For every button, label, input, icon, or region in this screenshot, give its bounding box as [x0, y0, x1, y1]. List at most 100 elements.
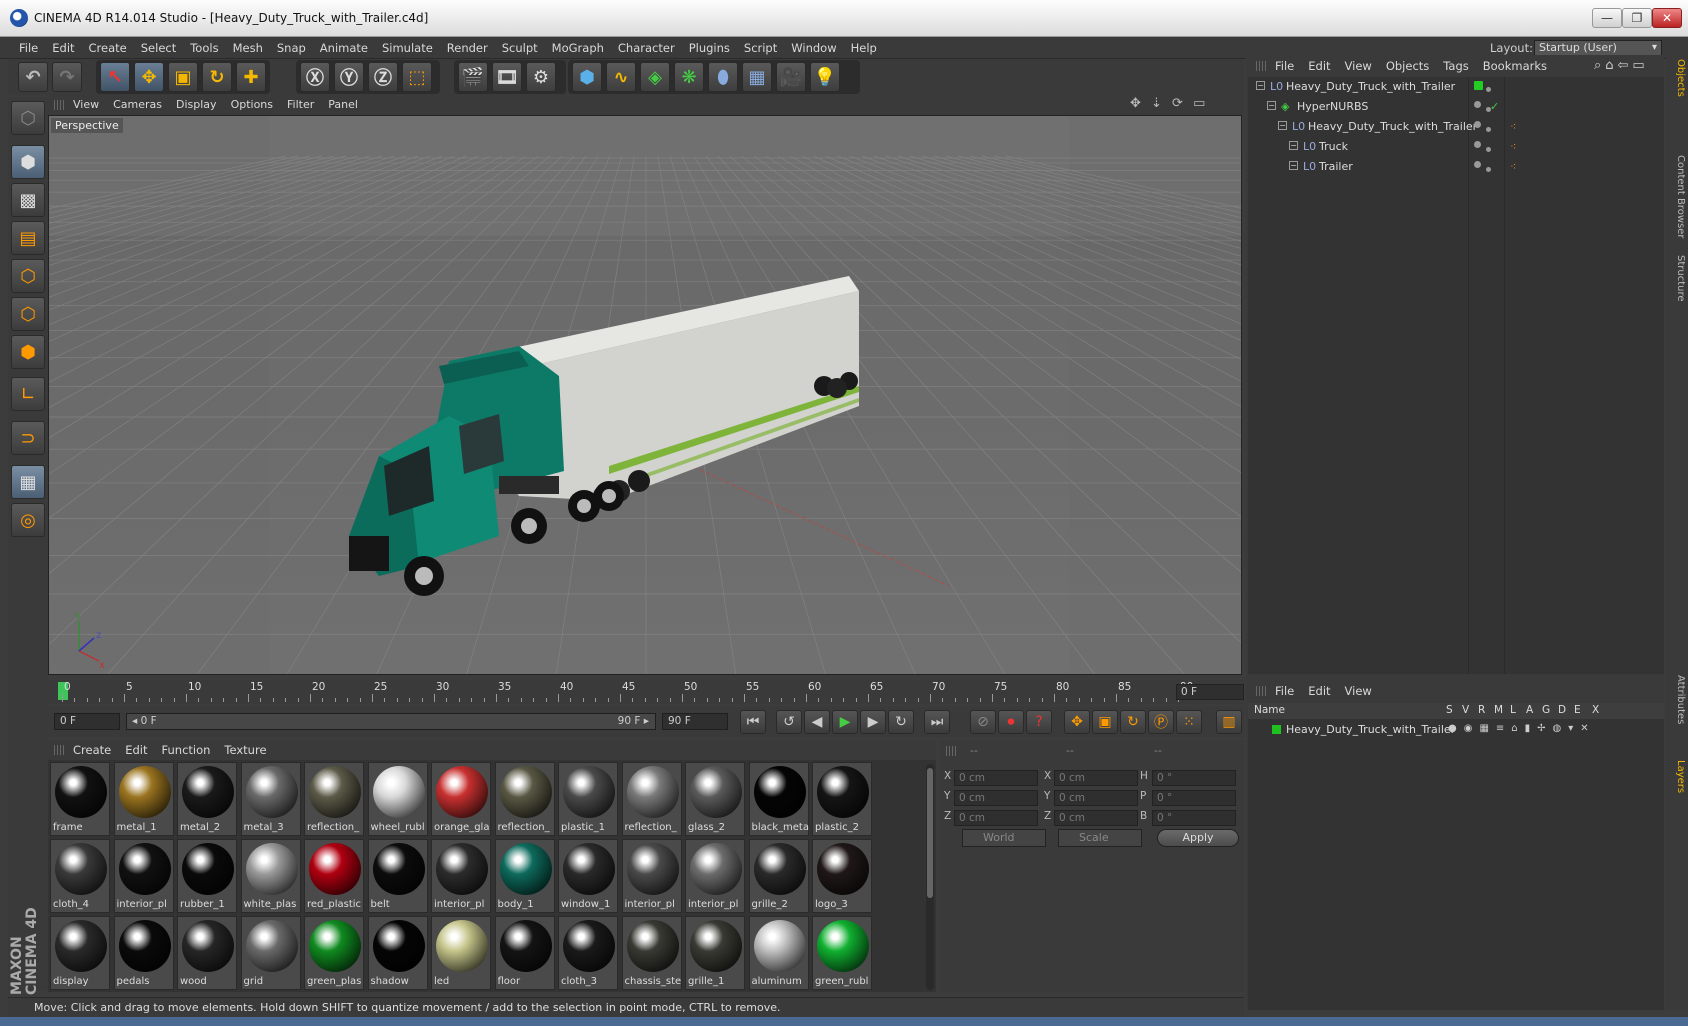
viewport-menu-display[interactable]: Display	[169, 95, 224, 115]
menu-snap[interactable]: Snap	[270, 37, 313, 59]
timeline-window-icon[interactable]: ▥	[1216, 710, 1242, 734]
material-white-plas[interactable]: white_plas	[240, 839, 301, 913]
recent-tool-icon[interactable]: ✚	[236, 62, 266, 92]
scale-icon[interactable]: ▣	[168, 62, 198, 92]
material-orange-gla[interactable]: orange_gla	[431, 762, 491, 836]
editor-visibility-dot[interactable]	[1474, 121, 1481, 128]
menu-script[interactable]: Script	[737, 37, 784, 59]
make-editable-icon[interactable]: ⬡	[11, 101, 45, 135]
object-menu-bookmarks[interactable]: Bookmarks	[1476, 56, 1554, 76]
texture-tag-icon[interactable]: ⁖	[1510, 120, 1516, 133]
spline-icon[interactable]: ∿	[606, 62, 636, 92]
layer-color-swatch[interactable]	[1272, 725, 1281, 734]
menu-create[interactable]: Create	[82, 37, 134, 59]
material-plastic-2[interactable]: plastic_2	[812, 762, 872, 836]
expand-toggle-icon[interactable]: −	[1278, 121, 1287, 130]
next-frame-icon[interactable]: ▶	[860, 710, 886, 734]
material-metal-2[interactable]: metal_2	[177, 762, 237, 836]
viewport-menu-filter[interactable]: Filter	[280, 95, 321, 115]
editor-visibility-dot[interactable]	[1474, 101, 1481, 108]
cube-primitive-icon[interactable]: ⬢	[572, 62, 602, 92]
material-logo-3[interactable]: logo_3	[812, 839, 872, 913]
material-scrollbar[interactable]	[926, 764, 934, 990]
menu-tools[interactable]: Tools	[183, 37, 225, 59]
side-tab-attributes[interactable]: Attributes	[1668, 675, 1686, 724]
object-row-heavy-duty-truck-with-trailer[interactable]: − L0 Heavy_Duty_Truck_with_Trailer ⁖	[1248, 117, 1664, 137]
move-icon[interactable]: ✥	[134, 62, 164, 92]
render-settings-icon[interactable]: ⚙	[526, 62, 556, 92]
material-interior-pl[interactable]: interior_pl	[685, 839, 745, 913]
edges-mode-icon[interactable]: ⬡	[11, 297, 45, 331]
menu-character[interactable]: Character	[611, 37, 682, 59]
go-to-start-icon[interactable]: ⏮	[740, 710, 766, 734]
menu-help[interactable]: Help	[844, 37, 884, 59]
previous-key-icon[interactable]: ↺	[776, 710, 802, 734]
material-chassis-ste[interactable]: chassis_ste	[621, 916, 682, 990]
size-z-field[interactable]: 0 cm	[1054, 810, 1138, 826]
material-metal-3[interactable]: metal_3	[240, 762, 301, 836]
points-mode-icon[interactable]: ⬡	[11, 259, 45, 293]
object-menu-edit[interactable]: Edit	[1301, 56, 1337, 76]
workplane-mode-icon[interactable]: ▤	[11, 221, 45, 255]
material-glass-2[interactable]: glass_2	[685, 762, 745, 836]
record-active-objects-icon[interactable]: ⏺	[998, 710, 1024, 734]
z-axis-lock-icon[interactable]: Ⓩ	[368, 62, 398, 92]
object-menu-view[interactable]: View	[1338, 56, 1379, 76]
editor-visibility-dot[interactable]	[1474, 161, 1481, 168]
material-metal-1[interactable]: metal_1	[113, 762, 174, 836]
floor-icon[interactable]: ▦	[742, 62, 772, 92]
light-icon[interactable]: 💡	[810, 62, 840, 92]
layer-menu-file[interactable]: File	[1268, 681, 1301, 701]
texture-tag-icon[interactable]: ⁖	[1510, 160, 1516, 173]
texture-tag-icon[interactable]: ⁖	[1510, 140, 1516, 153]
viewport-menu-cameras[interactable]: Cameras	[106, 95, 169, 115]
material-cloth-3[interactable]: cloth_3	[558, 916, 618, 990]
coordinate-system-icon[interactable]: ⬚	[402, 62, 432, 92]
layer-column-v[interactable]: V	[1462, 704, 1469, 716]
rotation-h-field[interactable]: 0 °	[1152, 770, 1236, 786]
render-visibility-dot[interactable]	[1486, 87, 1491, 92]
render-visibility-dot[interactable]	[1486, 167, 1491, 172]
layer-column-r[interactable]: R	[1478, 704, 1485, 716]
material-menu-function[interactable]: Function	[155, 740, 218, 760]
layer-column-a[interactable]: A	[1526, 704, 1533, 716]
material-body-1[interactable]: body_1	[494, 839, 555, 913]
key-parameter-icon[interactable]: Ⓟ	[1148, 710, 1174, 734]
layer-column-e[interactable]: E	[1574, 704, 1581, 716]
material-wood[interactable]: wood	[177, 916, 237, 990]
side-tab-structure[interactable]: Structure	[1668, 255, 1686, 302]
end-frame-field[interactable]: 90 F	[662, 713, 728, 730]
object-row-hypernurbs[interactable]: − ◈ HyperNURBS ✓	[1248, 97, 1664, 117]
layout-select[interactable]: Startup (User)	[1534, 40, 1662, 56]
layer-column-x[interactable]: X	[1592, 704, 1599, 716]
menu-simulate[interactable]: Simulate	[375, 37, 440, 59]
material-window-1[interactable]: window_1	[558, 839, 618, 913]
material-aluminum[interactable]: aluminum	[748, 916, 809, 990]
undo-icon[interactable]: ↶	[18, 62, 48, 92]
viewport-nav-icons[interactable]: ✥ ⇣ ⟳ ▭	[1130, 96, 1208, 111]
material-black-meta[interactable]: black_meta	[748, 762, 809, 836]
size-mode-dropdown[interactable]: Scale	[1058, 829, 1142, 847]
expand-toggle-icon[interactable]: −	[1256, 81, 1265, 90]
y-axis-lock-icon[interactable]: Ⓨ	[334, 62, 364, 92]
material-grille-2[interactable]: grille_2	[748, 839, 809, 913]
minimize-button[interactable]: —	[1592, 8, 1622, 28]
material-menu-edit[interactable]: Edit	[118, 740, 154, 760]
restore-button[interactable]: ❐	[1622, 8, 1652, 28]
layer-column-l[interactable]: L	[1510, 704, 1516, 716]
menu-plugins[interactable]: Plugins	[682, 37, 737, 59]
menu-animate[interactable]: Animate	[313, 37, 375, 59]
side-tab-content-browser[interactable]: Content Browser	[1668, 155, 1686, 238]
expand-toggle-icon[interactable]: −	[1289, 161, 1298, 170]
workplane-lock-icon[interactable]: ▦	[11, 465, 45, 499]
enabled-check-icon[interactable]: ✓	[1490, 100, 1499, 113]
material-grid[interactable]: grid	[240, 916, 301, 990]
render-view-icon[interactable]: 🎬	[458, 62, 488, 92]
object-row-trailer[interactable]: − L0 Trailer ⁖	[1248, 157, 1664, 177]
editor-visibility-dot[interactable]	[1474, 141, 1481, 148]
start-frame-field[interactable]: 0 F	[54, 713, 120, 730]
motion-clip-icon[interactable]: ⊘	[970, 710, 996, 734]
current-frame-field[interactable]: 0 F	[1176, 684, 1244, 700]
menu-render[interactable]: Render	[440, 37, 495, 59]
material-led[interactable]: led	[431, 916, 491, 990]
